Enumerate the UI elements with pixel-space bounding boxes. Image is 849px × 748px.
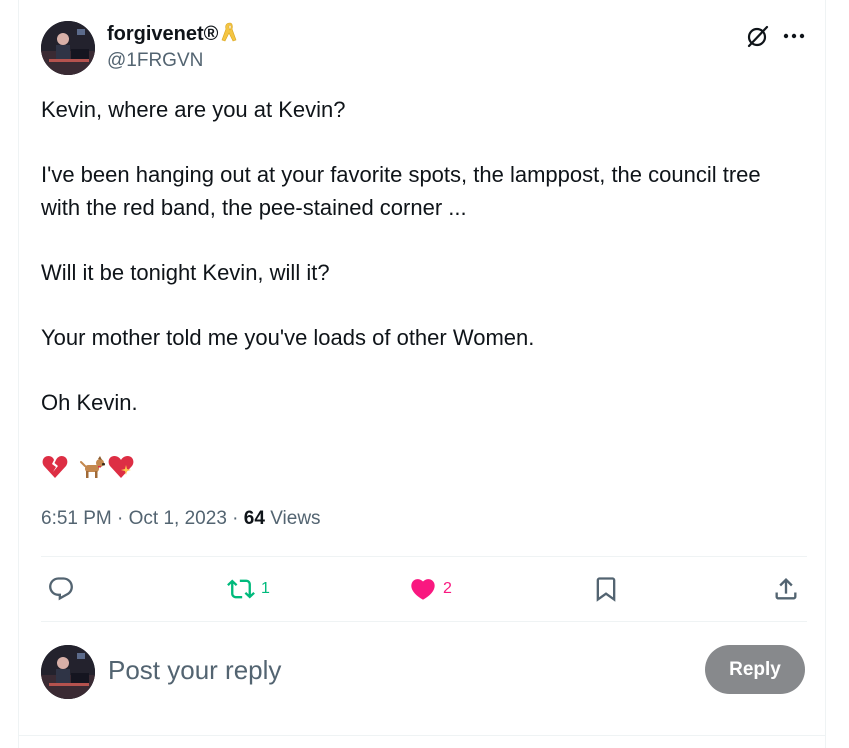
tweet-meta: 6:51 PM · Oct 1, 2023 · 64 Views xyxy=(41,506,321,532)
grok-icon[interactable] xyxy=(744,22,772,50)
emoji-row xyxy=(41,452,135,482)
author-display-name[interactable]: forgivenet® xyxy=(107,21,240,50)
tweet-text: Kevin, where are you at Kevin? I've been… xyxy=(41,94,801,452)
bookmark-icon xyxy=(592,575,620,603)
tweet-paragraph: Kevin, where are you at Kevin? xyxy=(41,97,346,122)
divider xyxy=(41,621,807,622)
retweet-button[interactable]: 1 xyxy=(227,572,270,606)
tweet-paragraph: Will it be tonight Kevin, will it? xyxy=(41,259,330,285)
author-avatar[interactable] xyxy=(41,21,95,75)
tweet-paragraph: Your mother told me you've loads of othe… xyxy=(41,324,535,350)
author-name-text: forgivenet® xyxy=(107,23,219,45)
divider xyxy=(19,735,825,736)
yellow-ribbon-icon xyxy=(220,21,240,50)
retweet-icon xyxy=(227,575,255,603)
timeline-column: forgivenet® @1FRGVN Kevin, where are you… xyxy=(18,0,826,748)
meta-separator: · xyxy=(111,508,129,529)
retweet-count: 1 xyxy=(261,580,270,597)
reply-button[interactable] xyxy=(47,572,75,606)
views-label: Views xyxy=(264,508,321,529)
like-icon xyxy=(409,575,437,603)
author-handle[interactable]: @1FRGVN xyxy=(107,49,203,73)
broken-heart-emoji xyxy=(41,453,69,481)
dog-emoji xyxy=(79,453,107,481)
tweet-paragraph: I've been hanging out at your favorite s… xyxy=(41,162,767,220)
composer-avatar[interactable] xyxy=(41,645,95,699)
tweet-paragraph: Oh Kevin. xyxy=(41,389,138,415)
divider xyxy=(41,556,807,557)
views-count[interactable]: 64 xyxy=(244,508,265,529)
share-icon xyxy=(772,575,800,603)
page: forgivenet® @1FRGVN Kevin, where are you… xyxy=(0,0,849,748)
reply-submit-button[interactable]: Reply xyxy=(705,645,805,694)
tweet-date[interactable]: Oct 1, 2023 xyxy=(129,508,227,529)
like-button[interactable]: 2 xyxy=(409,572,452,606)
sparkling-heart-emoji xyxy=(107,453,135,481)
meta-separator: · xyxy=(226,508,244,529)
share-button[interactable] xyxy=(772,572,800,606)
reply-icon xyxy=(47,575,75,603)
tweet-time[interactable]: 6:51 PM xyxy=(41,508,112,529)
bookmark-button[interactable] xyxy=(592,572,620,606)
more-icon[interactable] xyxy=(780,22,808,50)
like-count: 2 xyxy=(443,580,452,597)
reply-input[interactable]: Post your reply xyxy=(108,652,281,688)
